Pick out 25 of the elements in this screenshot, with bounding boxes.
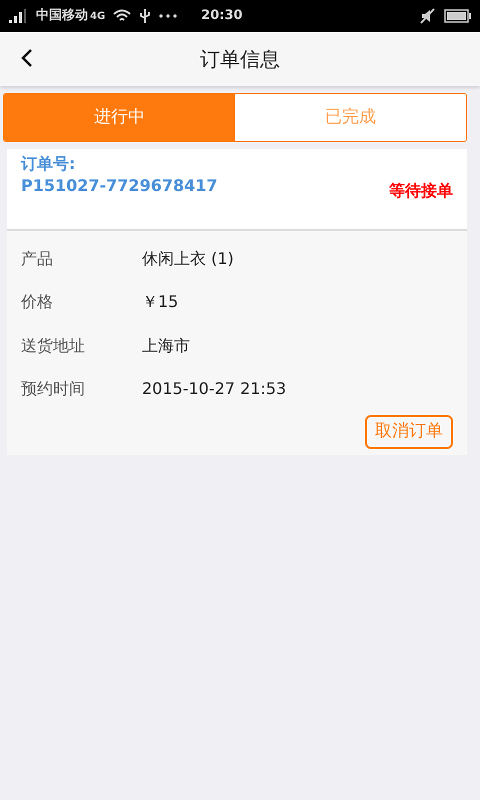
detail-label: 预约时间 — [21, 378, 86, 400]
detail-label: 价格 — [21, 291, 54, 314]
detail-value: 2015-10-27 21:53 — [142, 378, 286, 400]
tab[interactable]: 进行中 — [4, 94, 235, 141]
detail-value: ￥15 — [142, 291, 178, 314]
wifi-icon — [113, 9, 132, 23]
tab[interactable]: 已完成 — [235, 94, 466, 141]
more-icon — [159, 14, 178, 18]
detail-label: 产品 — [21, 248, 54, 270]
cancel-order-button[interactable]: 取消订单 — [365, 415, 453, 448]
back-icon[interactable] — [20, 48, 34, 68]
usb-icon — [139, 8, 152, 24]
mute-icon — [420, 8, 436, 24]
page-title: 订单信息 — [200, 46, 280, 73]
detail-value: 休闲上衣 (1) — [142, 248, 234, 270]
order-number: P151027-7729678417 — [21, 175, 218, 197]
network-type: 4G — [90, 10, 106, 24]
detail-label: 送货地址 — [21, 334, 86, 357]
battery-icon — [444, 9, 472, 23]
carrier-name: 中国移动 — [36, 7, 88, 26]
clock-time: 20:30 — [201, 7, 243, 26]
signal-icon — [8, 8, 28, 24]
order-number-label: 订单号: — [21, 153, 76, 175]
detail-value: 上海市 — [142, 334, 190, 357]
order-status: 等待接单 — [389, 180, 453, 202]
